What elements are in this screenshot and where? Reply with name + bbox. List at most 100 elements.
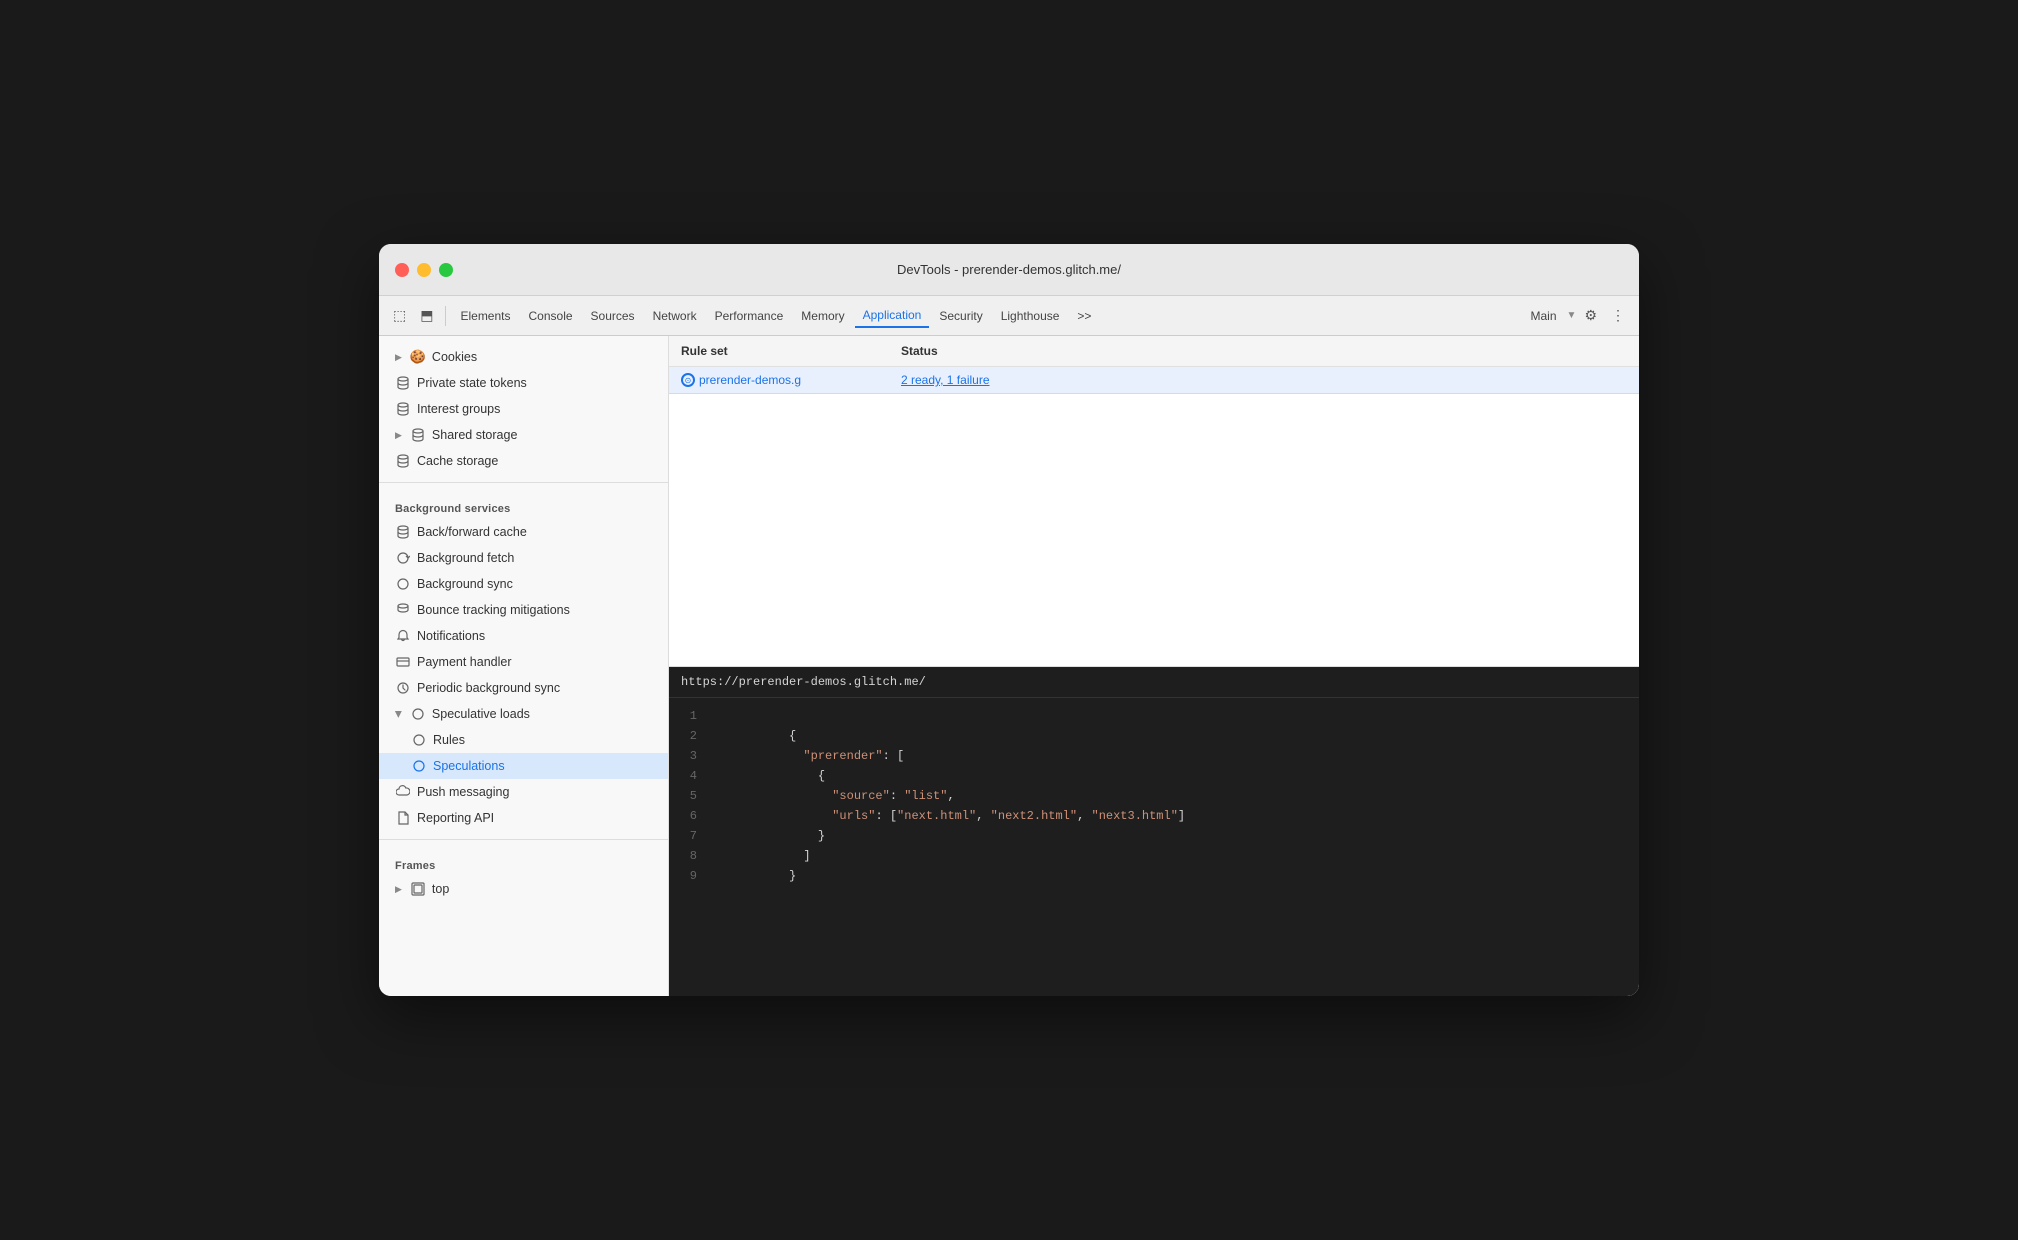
db-icon	[395, 375, 411, 391]
tab-application[interactable]: Application	[855, 304, 930, 328]
clock-icon	[395, 680, 411, 696]
sidebar-item-payment-handler[interactable]: Payment handler	[379, 649, 668, 675]
code-line-6: "urls": ["next.html", "next2.html", "nex…	[717, 806, 1185, 826]
code-line-3: "prerender": [	[717, 746, 1185, 766]
ruleset-value: prerender-demos.g	[699, 373, 801, 387]
sidebar-item-notifications[interactable]: Notifications	[379, 623, 668, 649]
sidebar-divider	[379, 482, 668, 483]
sidebar-item-backforward-cache[interactable]: Back/forward cache	[379, 519, 668, 545]
sidebar-item-label: Back/forward cache	[417, 525, 527, 539]
line-num: 2	[681, 726, 697, 746]
sidebar-item-label: Interest groups	[417, 402, 500, 416]
sidebar-item-label: Background fetch	[417, 551, 514, 565]
tab-performance[interactable]: Performance	[707, 305, 792, 327]
code-viewer: https://prerender-demos.glitch.me/ 1 2 3…	[669, 667, 1639, 997]
db-icon	[395, 453, 411, 469]
device-icon-button[interactable]: ⬒	[414, 303, 439, 328]
sidebar-item-interest-groups[interactable]: Interest groups	[379, 396, 668, 422]
tab-lighthouse[interactable]: Lighthouse	[993, 305, 1068, 327]
table-row[interactable]: ⊙ prerender-demos.g 2 ready, 1 failure	[669, 367, 1639, 394]
line-num: 1	[681, 706, 697, 726]
code-line-9: }	[717, 866, 1185, 886]
col-status-header: Status	[901, 344, 1627, 358]
tab-memory[interactable]: Memory	[793, 305, 852, 327]
tab-sources[interactable]: Sources	[583, 305, 643, 327]
line-num: 9	[681, 866, 697, 886]
sidebar-item-label: Rules	[433, 733, 465, 747]
more-options-icon-button[interactable]: ⋮	[1605, 303, 1631, 328]
sidebar-item-label: Cookies	[432, 350, 477, 364]
cookies-icon: 🍪	[410, 349, 426, 365]
db-icon	[410, 427, 426, 443]
sidebar: ▶ 🍪 Cookies Private state tokens Interes…	[379, 336, 669, 996]
code-content: { "prerender": [ { "source": "list", "ur…	[709, 706, 1193, 886]
main-target-button[interactable]: Main	[1523, 305, 1565, 327]
sidebar-item-speculative-loads[interactable]: ▶ Speculative loads	[379, 701, 668, 727]
sidebar-item-label: Notifications	[417, 629, 485, 643]
db-icon	[395, 602, 411, 618]
arrow-icon: ▶	[395, 352, 402, 363]
sidebar-item-shared-storage[interactable]: ▶ Shared storage	[379, 422, 668, 448]
settings-icon-button[interactable]: ⚙	[1578, 303, 1603, 328]
code-line-1	[717, 706, 1185, 726]
sidebar-item-rules[interactable]: Rules	[379, 727, 668, 753]
sidebar-item-speculations[interactable]: Speculations	[379, 753, 668, 779]
sidebar-item-periodic-bg-sync[interactable]: Periodic background sync	[379, 675, 668, 701]
sidebar-item-label: Private state tokens	[417, 376, 527, 390]
sync-icon	[395, 576, 411, 592]
code-url: https://prerender-demos.glitch.me/	[669, 667, 1639, 698]
frames-header: Frames	[379, 848, 668, 876]
table-cell-ruleset: ⊙ prerender-demos.g	[681, 373, 901, 387]
minimize-button[interactable]	[417, 263, 431, 277]
arrow-expanded-icon: ▶	[393, 711, 404, 718]
line-num: 4	[681, 766, 697, 786]
file-icon	[395, 810, 411, 826]
sidebar-item-reporting-api[interactable]: Reporting API	[379, 805, 668, 831]
tab-elements[interactable]: Elements	[452, 305, 518, 327]
sidebar-item-label: Reporting API	[417, 811, 494, 825]
tab-network[interactable]: Network	[645, 305, 705, 327]
content-area: Rule set Status ⊙ prerender-demos.g 2 re…	[669, 336, 1639, 996]
sidebar-item-top-frame[interactable]: ▶ top	[379, 876, 668, 902]
sidebar-item-bounce-tracking[interactable]: Bounce tracking mitigations	[379, 597, 668, 623]
table-header: Rule set Status	[669, 336, 1639, 367]
maximize-button[interactable]	[439, 263, 453, 277]
toolbar-separator	[445, 306, 446, 326]
sidebar-item-push-messaging[interactable]: Push messaging	[379, 779, 668, 805]
sidebar-item-label: Payment handler	[417, 655, 512, 669]
close-button[interactable]	[395, 263, 409, 277]
table-cell-status[interactable]: 2 ready, 1 failure	[901, 373, 1627, 387]
arrow-icon: ▶	[395, 430, 402, 441]
code-line-7: }	[717, 826, 1185, 846]
more-tabs-button[interactable]: >>	[1069, 305, 1099, 327]
sidebar-item-label: Bounce tracking mitigations	[417, 603, 570, 617]
code-line-2: {	[717, 726, 1185, 746]
tab-console[interactable]: Console	[521, 305, 581, 327]
tab-security[interactable]: Security	[931, 305, 990, 327]
main-content: ▶ 🍪 Cookies Private state tokens Interes…	[379, 336, 1639, 996]
sidebar-item-label: Background sync	[417, 577, 513, 591]
sidebar-item-label: Cache storage	[417, 454, 498, 468]
traffic-lights	[395, 263, 453, 277]
devtools-toolbar: ⬚ ⬒ Elements Console Sources Network Per…	[379, 296, 1639, 336]
inspect-icon-button[interactable]: ⬚	[387, 303, 412, 328]
sidebar-divider-2	[379, 839, 668, 840]
sidebar-item-background-fetch[interactable]: Background fetch	[379, 545, 668, 571]
cloud-icon	[395, 784, 411, 800]
arrow-icon: ▶	[395, 884, 402, 895]
sidebar-item-private-state-tokens[interactable]: Private state tokens	[379, 370, 668, 396]
sidebar-item-label: Shared storage	[432, 428, 517, 442]
sidebar-item-cache-storage[interactable]: Cache storage	[379, 448, 668, 474]
code-line-8: ]	[717, 846, 1185, 866]
bg-services-header: Background services	[379, 491, 668, 519]
sidebar-item-background-sync[interactable]: Background sync	[379, 571, 668, 597]
line-num: 8	[681, 846, 697, 866]
sidebar-item-cookies[interactable]: ▶ 🍪 Cookies	[379, 344, 668, 370]
db-icon	[395, 524, 411, 540]
code-line-4: {	[717, 766, 1185, 786]
line-num: 6	[681, 806, 697, 826]
sync-icon	[395, 550, 411, 566]
dropdown-arrow-icon: ▼	[1567, 310, 1577, 321]
titlebar: DevTools - prerender-demos.glitch.me/	[379, 244, 1639, 296]
col-ruleset-header: Rule set	[681, 344, 901, 358]
